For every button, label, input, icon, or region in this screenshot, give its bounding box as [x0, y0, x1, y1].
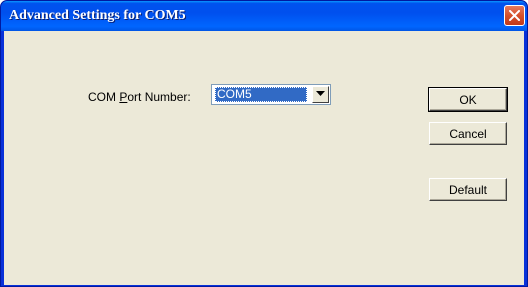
- com-port-selected-value: COM5: [215, 87, 307, 102]
- window-title: Advanced Settings for COM5: [9, 8, 186, 23]
- default-button[interactable]: Default: [429, 178, 507, 201]
- close-button[interactable]: [504, 5, 525, 26]
- dropdown-button[interactable]: [312, 86, 329, 103]
- ok-button[interactable]: OK: [428, 87, 508, 112]
- close-icon: [509, 10, 520, 21]
- cancel-button[interactable]: Cancel: [429, 122, 507, 145]
- com-port-number-label: COM Port Number:: [88, 90, 191, 104]
- chevron-down-icon: [316, 91, 325, 96]
- com-port-select[interactable]: COM5: [211, 84, 331, 105]
- title-bar[interactable]: Advanced Settings for COM5: [1, 1, 527, 31]
- dialog-client-area: COM Port Number: COM5 OK Cancel Default: [4, 31, 524, 285]
- dialog-window: Advanced Settings for COM5 COM Port Numb…: [0, 0, 528, 287]
